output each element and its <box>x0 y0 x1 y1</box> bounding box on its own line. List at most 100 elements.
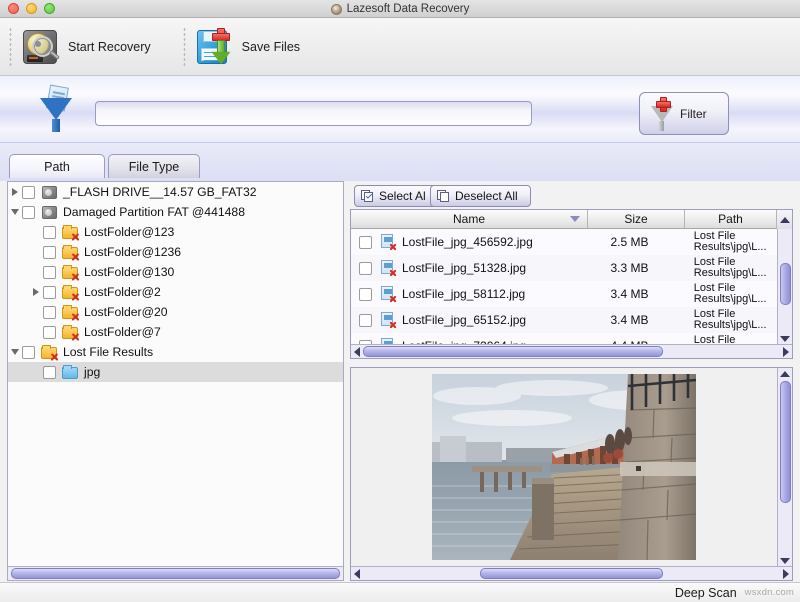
tree-item[interactable]: LostFolder@2 <box>8 282 343 302</box>
filter-input[interactable] <box>95 101 532 126</box>
chevron-down-icon[interactable] <box>570 216 580 222</box>
tree-item-checkbox[interactable] <box>22 186 35 199</box>
preview-scroll-right-icon[interactable] <box>783 569 789 579</box>
window-title: Lazesoft Data Recovery <box>347 3 470 15</box>
file-list-rows[interactable]: LostFile_jpg_456592.jpg2.5 MBLost File R… <box>351 229 777 344</box>
file-size-cell: 3.3 MB <box>597 261 691 275</box>
preview-scroll-down-icon[interactable] <box>780 558 790 564</box>
file-size-cell: 3.4 MB <box>597 287 691 301</box>
scrollbar-thumb-h[interactable] <box>363 346 663 357</box>
hard-disk-magnifier-icon <box>20 27 60 67</box>
tree-item-checkbox[interactable] <box>22 206 35 219</box>
file-name-cell: LostFile_jpg_51328.jpg <box>402 261 597 275</box>
lost-folder-icon <box>62 225 79 240</box>
table-row[interactable]: LostFile_jpg_51328.jpg3.3 MBLost File Re… <box>351 255 777 281</box>
tree-item[interactable]: jpg <box>8 362 343 382</box>
table-row[interactable]: LostFile_jpg_58112.jpg3.4 MBLost File Re… <box>351 281 777 307</box>
column-header-name[interactable]: Name <box>351 210 588 228</box>
scan-mode-label: Deep Scan <box>675 586 737 600</box>
scroll-left-icon[interactable] <box>354 347 360 357</box>
tree-arrow-spacer <box>29 262 43 282</box>
tree-item-checkbox[interactable] <box>43 286 56 299</box>
chevron-down-icon[interactable] <box>8 202 22 222</box>
tree-item[interactable]: LostFolder@1236 <box>8 242 343 262</box>
file-path-cell: Lost File Results\jpg\L... <box>692 335 777 345</box>
tree-item-checkbox[interactable] <box>43 306 56 319</box>
tree-item-label: jpg <box>84 365 100 379</box>
file-row-checkbox[interactable] <box>359 314 372 327</box>
lost-image-file-icon <box>380 312 395 328</box>
tree-item-label: Damaged Partition FAT @441488 <box>63 205 245 219</box>
lost-folder-icon <box>41 345 58 360</box>
scroll-up-button[interactable] <box>777 210 792 229</box>
tree-item[interactable]: Damaged Partition FAT @441488 <box>8 202 343 222</box>
start-recovery-button[interactable]: Start Recovery <box>18 25 161 69</box>
file-row-checkbox[interactable] <box>359 262 372 275</box>
file-list-horizontal-scrollbar[interactable] <box>351 344 792 358</box>
preview-scrollbar-thumb-h[interactable] <box>480 568 663 579</box>
tab-path[interactable]: Path <box>9 154 105 178</box>
title-container: Lazesoft Data Recovery <box>0 0 800 18</box>
file-row-checkbox[interactable] <box>359 288 372 301</box>
select-all-button[interactable]: Select Al <box>354 185 436 207</box>
lost-image-file-icon <box>380 234 395 250</box>
lost-folder-icon <box>62 265 79 280</box>
tree-item[interactable]: _FLASH DRIVE__14.57 GB_FAT32 <box>8 182 343 202</box>
deselect-all-icon <box>437 190 451 203</box>
tree-horizontal-scrollbar[interactable] <box>8 566 343 580</box>
column-header-path[interactable]: Path <box>685 210 777 228</box>
tree-item[interactable]: LostFolder@7 <box>8 322 343 342</box>
preview-scrollbar-thumb[interactable] <box>780 381 791 503</box>
tree-item-checkbox[interactable] <box>43 326 56 339</box>
file-row-checkbox[interactable] <box>359 236 372 249</box>
app-globe-icon <box>331 4 342 15</box>
preview-horizontal-scrollbar[interactable] <box>351 566 792 580</box>
tree-item-label: LostFolder@130 <box>84 265 174 279</box>
chevron-down-icon[interactable] <box>8 342 22 362</box>
column-header-name-label: Name <box>453 212 485 226</box>
file-list-header: Name Size Path <box>351 210 792 229</box>
blue-folder-icon <box>62 365 79 380</box>
table-row[interactable]: LostFile_jpg_65152.jpg3.4 MBLost File Re… <box>351 307 777 333</box>
table-row[interactable]: LostFile_jpg_72064.jpg4.4 MBLost File Re… <box>351 333 777 344</box>
preview-scroll-up-icon[interactable] <box>780 371 790 377</box>
file-list: Name Size Path LostFile_jpg_456592.jpg2.… <box>350 209 793 359</box>
tree-item-checkbox[interactable] <box>43 246 56 259</box>
scroll-right-icon[interactable] <box>783 347 789 357</box>
tree-arrow-spacer <box>29 362 43 382</box>
tree-item-checkbox[interactable] <box>43 266 56 279</box>
scrollbar-thumb[interactable] <box>780 263 791 305</box>
harbor-photo-illustration <box>432 374 696 560</box>
tree-scroll-area[interactable]: _FLASH DRIVE__14.57 GB_FAT32 Damaged Part… <box>8 182 343 565</box>
preview-vertical-scrollbar[interactable] <box>777 368 792 566</box>
tree-item[interactable]: LostFolder@130 <box>8 262 343 282</box>
image-preview-panel <box>350 367 793 581</box>
toolbar-grip-2 <box>183 27 186 67</box>
results-panel: Select Al Deselect All Name Size Path <box>350 181 793 581</box>
table-row[interactable]: LostFile_jpg_456592.jpg2.5 MBLost File R… <box>351 229 777 255</box>
scroll-down-icon[interactable] <box>780 336 790 342</box>
lost-folder-icon <box>62 305 79 320</box>
tab-file-type[interactable]: File Type <box>108 154 200 178</box>
preview-scroll-left-icon[interactable] <box>354 569 360 579</box>
deselect-all-button[interactable]: Deselect All <box>430 185 531 207</box>
tree-item-checkbox[interactable] <box>22 346 35 359</box>
filter-button-label: Filter <box>680 107 707 121</box>
disk-icon <box>41 205 58 220</box>
tree-item-label: LostFolder@2 <box>84 285 161 299</box>
tree-item[interactable]: LostFolder@123 <box>8 222 343 242</box>
tree-item-checkbox[interactable] <box>43 366 56 379</box>
column-header-size[interactable]: Size <box>588 210 685 228</box>
file-list-vertical-scrollbar[interactable] <box>777 229 792 344</box>
start-recovery-label: Start Recovery <box>68 40 151 54</box>
save-disk-arrow-icon <box>194 27 234 67</box>
chevron-right-icon[interactable] <box>8 182 22 202</box>
tree-item[interactable]: Lost File Results <box>8 342 343 362</box>
tree-item-checkbox[interactable] <box>43 226 56 239</box>
chevron-right-icon[interactable] <box>29 282 43 302</box>
tree-item-label: LostFolder@123 <box>84 225 174 239</box>
tree-arrow-spacer <box>29 322 43 342</box>
save-files-button[interactable]: Save Files <box>192 25 310 69</box>
filter-button[interactable]: Filter <box>639 92 729 135</box>
tree-item[interactable]: LostFolder@20 <box>8 302 343 322</box>
